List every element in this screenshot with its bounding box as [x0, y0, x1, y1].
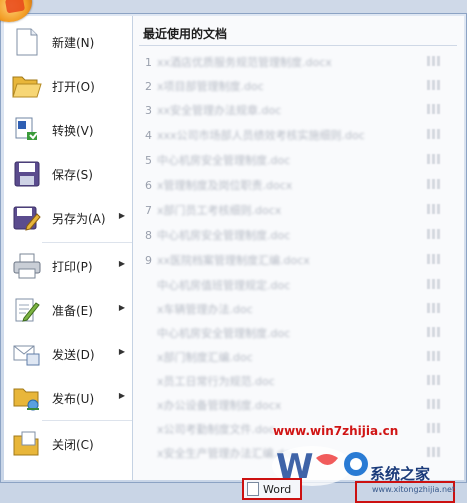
menu-item-label: 打印(P)	[52, 259, 93, 274]
document-name: x公司考勤制度文件.doc	[157, 423, 275, 436]
recent-document[interactable]: 1 xx酒店优质服务规范管理制度.docx	[145, 52, 445, 72]
menu-item-print[interactable]: 打印(P) ▶	[4, 244, 132, 288]
pin-icon[interactable]	[427, 56, 441, 66]
pin-icon[interactable]	[427, 179, 441, 189]
menu-item-label: 打开(O)	[52, 79, 95, 94]
prepare-pen-icon	[12, 295, 42, 325]
pin-icon[interactable]	[427, 129, 441, 139]
document-name: xx医院档案管理制度汇编.docx	[157, 254, 310, 267]
word-options-button[interactable]: Word	[242, 478, 302, 500]
recent-documents-panel: 最近使用的文档 1 xx酒店优质服务规范管理制度.docx 2 x项目部管理制度.d…	[133, 16, 464, 480]
menu-item-label: 转换(V)	[52, 123, 94, 138]
document-name: 中心机房安全管理制度.doc	[157, 154, 291, 167]
office-menu: 新建(N) 打开(O) 转换(V) 保存(S) 另存为(A) ▶ 打印(P) ▶…	[0, 13, 467, 483]
pin-icon[interactable]	[427, 423, 441, 433]
document-name: xx酒店优质服务规范管理制度.docx	[157, 56, 332, 69]
document-name: 中心机房安全管理制度.doc	[157, 229, 291, 242]
open-folder-icon	[12, 71, 42, 101]
word-document-icon	[247, 482, 259, 496]
recent-document[interactable]: 中心机房值班管理规定.doc	[145, 275, 445, 295]
office-menu-commands: 新建(N) 打开(O) 转换(V) 保存(S) 另存为(A) ▶ 打印(P) ▶…	[4, 16, 133, 480]
recent-divider	[139, 45, 457, 46]
recent-document[interactable]: x部门制度汇编.doc	[145, 347, 445, 367]
pin-icon[interactable]	[427, 375, 441, 385]
publish-icon	[12, 383, 42, 413]
save-disk-icon	[12, 159, 42, 189]
pin-icon[interactable]	[427, 399, 441, 409]
pin-icon[interactable]	[427, 327, 441, 337]
printer-icon	[12, 251, 42, 281]
pin-icon[interactable]	[427, 351, 441, 361]
pin-icon[interactable]	[427, 104, 441, 114]
pin-icon[interactable]	[427, 303, 441, 313]
close-folder-icon	[12, 429, 42, 459]
menu-separator	[42, 242, 132, 243]
submenu-arrow-icon: ▶	[118, 391, 125, 400]
recent-document[interactable]: 7 x部门员工考核细则.docx	[145, 200, 445, 220]
menu-item-label: 准备(E)	[52, 303, 93, 318]
menu-item-save[interactable]: 保存(S)	[4, 152, 132, 196]
pin-icon[interactable]	[427, 154, 441, 164]
watermark-brand: 系统之家	[370, 465, 431, 483]
recent-document[interactable]: x办公设备管理制度.docx	[145, 395, 445, 415]
submenu-arrow-icon: ▶	[118, 259, 125, 268]
document-name: x部门员工考核细则.docx	[157, 204, 282, 217]
recent-document[interactable]: 3 xx安全管理办法规章.doc	[145, 100, 445, 120]
menu-item-convert[interactable]: 转换(V)	[4, 108, 132, 152]
pin-icon[interactable]	[427, 279, 441, 289]
pin-icon[interactable]	[427, 80, 441, 90]
document-name: x员工日常行为规范.doc	[157, 375, 275, 388]
menu-item-open[interactable]: 打开(O)	[4, 64, 132, 108]
recent-document[interactable]: 6 x管理制度及岗位职责.docx	[145, 175, 445, 195]
convert-icon	[12, 115, 42, 145]
document-name: x部门制度汇编.doc	[157, 351, 253, 364]
document-name: 中心机房安全管理制度.doc	[157, 327, 291, 340]
recent-document[interactable]: x员工日常行为规范.doc	[145, 371, 445, 391]
save-as-icon	[12, 203, 42, 233]
menu-item-label: 另存为(A)	[52, 211, 106, 226]
recent-document[interactable]: x车辆管理办法.doc	[145, 299, 445, 319]
recent-document[interactable]: 9 xx医院档案管理制度汇编.docx	[145, 250, 445, 270]
document-name: xxx公司市场部人员绩效考核实施细则.doc	[157, 129, 365, 142]
menu-item-label: 保存(S)	[52, 167, 93, 182]
document-name: x办公设备管理制度.docx	[157, 399, 282, 412]
document-name: xx安全管理办法规章.doc	[157, 104, 282, 117]
pin-icon[interactable]	[427, 254, 441, 264]
menu-item-prepare[interactable]: 准备(E) ▶	[4, 288, 132, 332]
document-name: x项目部管理制度.doc	[157, 80, 264, 93]
menu-item-label: 发送(D)	[52, 347, 95, 362]
menu-item-save-as[interactable]: 另存为(A) ▶	[4, 196, 132, 240]
menu-item-close[interactable]: 关闭(C)	[4, 422, 132, 466]
recent-document[interactable]: 2 x项目部管理制度.doc	[145, 76, 445, 96]
recent-document[interactable]: 5 中心机房安全管理制度.doc	[145, 150, 445, 170]
watermark-subtitle: www.xitongzhijia.net	[372, 485, 456, 494]
recent-document[interactable]: 8 中心机房安全管理制度.doc	[145, 225, 445, 245]
submenu-arrow-icon: ▶	[118, 347, 125, 356]
menu-item-new[interactable]: 新建(N)	[4, 20, 132, 64]
menu-item-publish[interactable]: 发布(U) ▶	[4, 376, 132, 420]
menu-item-label: 发布(U)	[52, 391, 95, 406]
menu-item-label: 关闭(C)	[52, 437, 94, 452]
document-name: x管理制度及岗位职责.docx	[157, 179, 293, 192]
recent-documents-title: 最近使用的文档	[143, 27, 228, 41]
send-icon	[12, 339, 42, 369]
menu-item-send[interactable]: 发送(D) ▶	[4, 332, 132, 376]
pin-icon[interactable]	[427, 204, 441, 214]
submenu-arrow-icon: ▶	[118, 211, 125, 220]
document-name: 中心机房值班管理规定.doc	[157, 279, 291, 292]
pin-icon[interactable]	[427, 229, 441, 239]
word-button-label: Word	[263, 482, 292, 496]
watermark-url: www.win7zhijia.cn	[273, 424, 399, 438]
submenu-arrow-icon: ▶	[118, 303, 125, 312]
document-name: x车辆管理办法.doc	[157, 303, 253, 316]
menu-item-label: 新建(N)	[52, 35, 95, 50]
menu-separator	[42, 420, 132, 421]
recent-document[interactable]: 中心机房安全管理制度.doc	[145, 323, 445, 343]
recent-document[interactable]: 4 xxx公司市场部人员绩效考核实施细则.doc	[145, 125, 445, 145]
new-document-icon	[12, 27, 42, 57]
